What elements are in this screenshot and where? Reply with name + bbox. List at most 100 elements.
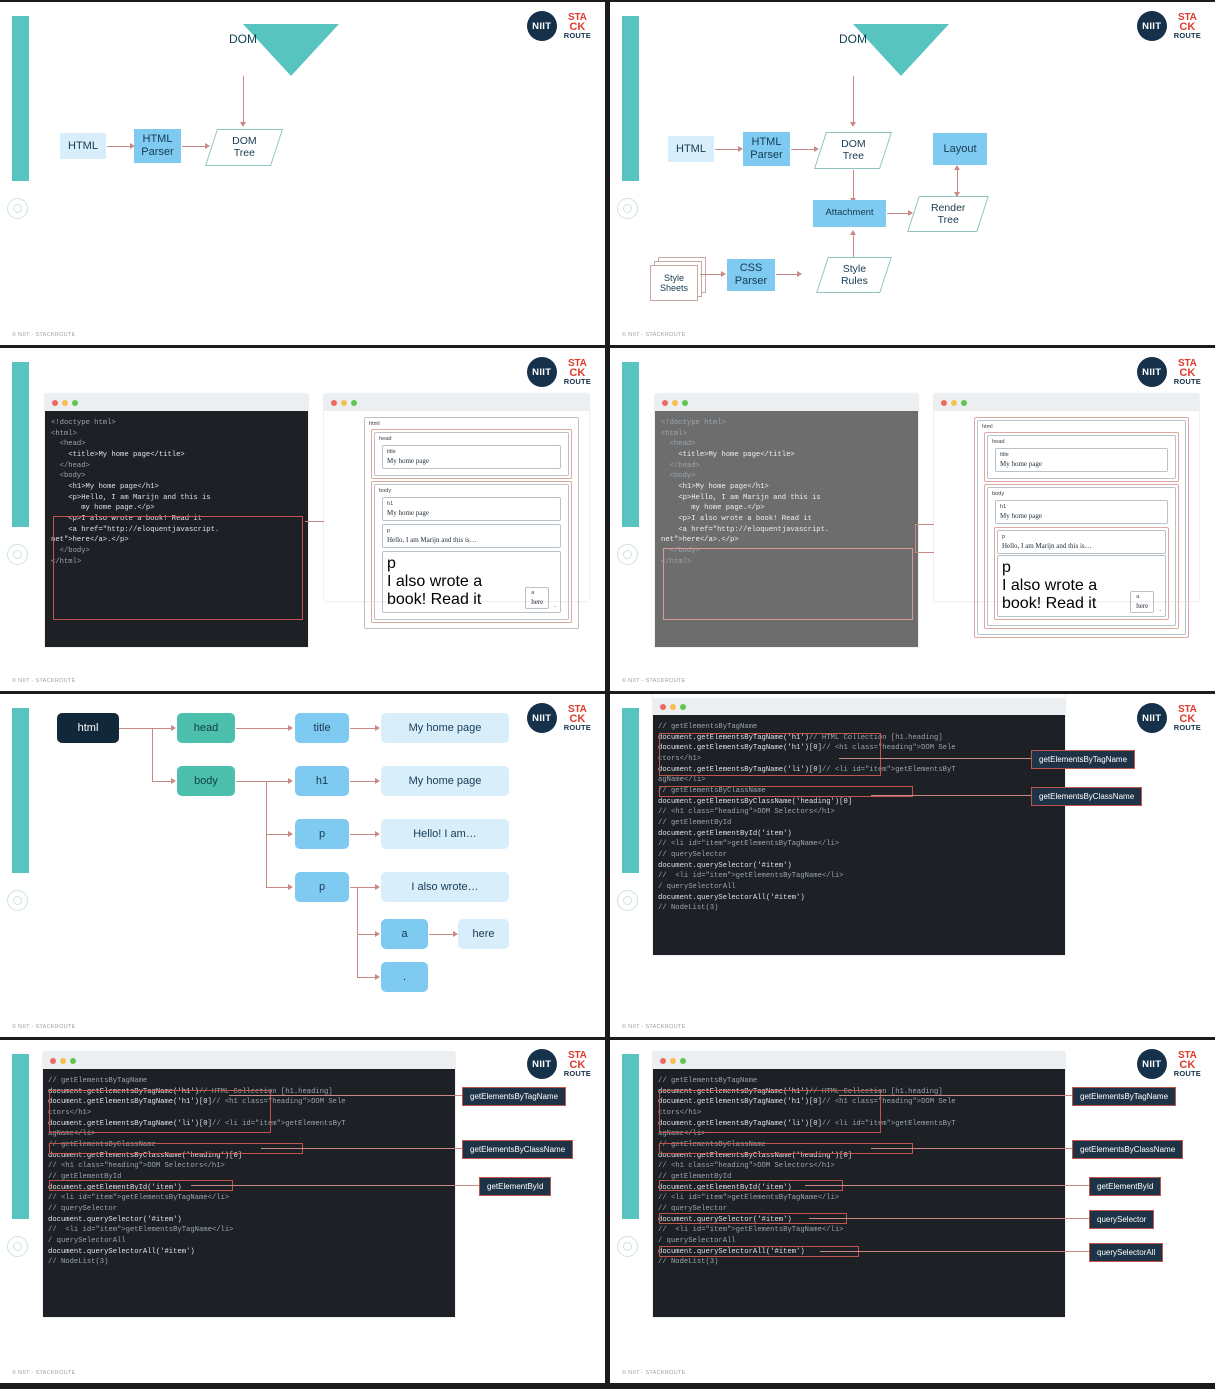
slide-contact-sheet: NIIT STA CK ROUTE DOM HTML HTML Parser DO…	[0, 0, 1215, 1389]
arrow-cssparser-stylerules	[776, 274, 798, 275]
slide-5-dom-tree-graph[interactable]: NIIT STA CK ROUTE html head body title M…	[0, 694, 605, 1037]
code-line: </head>	[661, 461, 700, 470]
code-line: <!doctype html>	[661, 419, 726, 427]
dom-tree-boxes: html head title My home page body h1 My …	[324, 411, 589, 637]
callout-queryselectorall[interactable]: querySelectorAll	[1089, 1243, 1164, 1262]
slide-2-render-pipeline[interactable]: NIIT STA CK ROUTE DOM HTML HTML Parser DO…	[610, 2, 1215, 345]
callout-getelementsbytagname[interactable]: getElementsByTagName	[462, 1087, 567, 1106]
close-icon[interactable]	[50, 1057, 56, 1064]
close-icon[interactable]	[941, 399, 947, 406]
dom-node-head: head title My home page	[987, 435, 1176, 479]
leader-classname	[871, 1148, 1074, 1149]
dom-node-title: title My home page	[995, 448, 1168, 472]
code-line: <!doctype html>	[51, 419, 116, 427]
code-window-html[interactable]: <!doctype html> <html> <head> <title>My …	[45, 394, 308, 647]
minimize-icon[interactable]	[951, 399, 957, 406]
edge-p1-text	[350, 834, 377, 835]
code-line: <p>I also wrote a book! Read it	[661, 514, 812, 523]
window-titlebar[interactable]	[45, 394, 308, 411]
callout-getelementbyid[interactable]: getElementById	[479, 1177, 552, 1196]
arrowhead-right	[288, 831, 293, 837]
minimize-icon[interactable]	[60, 1057, 66, 1064]
arrow-funnel-domtree	[243, 76, 244, 124]
code-line: net">here</a>.</p>	[661, 536, 739, 545]
close-icon[interactable]	[331, 399, 337, 406]
edge-h1-text	[350, 781, 377, 782]
callout-getelementsbytagname[interactable]: getElementsByTagName	[1031, 750, 1136, 769]
callout-getelementsbyclassname[interactable]: getElementsByClassName	[1072, 1140, 1184, 1159]
maximize-icon[interactable]	[680, 1057, 686, 1064]
stackroute-wordmark: STA CK ROUTE	[1173, 1049, 1201, 1078]
slide-4-paragraphs-highlighted[interactable]: NIIT STA CK ROUTE <!doctype html> <html>…	[610, 348, 1215, 691]
code-line: <head>	[661, 440, 696, 449]
code-line: // <li id="item">getElementsByTagName</l…	[48, 1194, 230, 1203]
flowchart-pipeline: DOM HTML HTML Parser DOM Tree Layout Attac…	[610, 2, 1215, 345]
callout-queryselector[interactable]: querySelector	[1089, 1210, 1155, 1229]
arrowhead-right	[205, 143, 210, 149]
dom-node-p1: p Hello, I am Marijn and this is…	[382, 524, 561, 548]
arrow-html-parser	[715, 149, 739, 150]
slide-8-selectors-five-callouts[interactable]: NIIT STA CK ROUTE // getElementsByTagNam…	[610, 1040, 1215, 1383]
tree-text-p2: I also wrote…	[381, 872, 509, 902]
slide-1-dom-basic[interactable]: NIIT STA CK ROUTE DOM HTML HTML Parser DO…	[0, 2, 605, 345]
tree-text-title: My home page	[381, 713, 509, 743]
window-titlebar[interactable]	[653, 1052, 1065, 1069]
edge-body-h1	[236, 781, 290, 782]
brand-logo: NIIT STA CK ROUTE	[1136, 1049, 1201, 1079]
dom-tree-graph: html head body title My home page h1 My …	[0, 694, 605, 1037]
arrowhead-right	[375, 778, 380, 784]
window-titlebar[interactable]	[43, 1052, 455, 1069]
minimize-icon[interactable]	[341, 399, 347, 406]
callout-getelementsbyclassname[interactable]: getElementsByClassName	[1031, 787, 1143, 806]
maximize-icon[interactable]	[72, 399, 78, 406]
slide-3-html-and-dom[interactable]: NIIT STA CK ROUTE <!doctype html> <html>…	[0, 348, 605, 691]
stackroute-wordmark: STA CK ROUTE	[563, 357, 591, 386]
edge-p2-text	[350, 887, 377, 888]
code-window-selectors[interactable]: // getElementsByTagName document.getElem…	[653, 694, 1065, 955]
minimize-icon[interactable]	[670, 703, 676, 710]
accent-rail	[12, 1054, 29, 1219]
callout-getelementbyid[interactable]: getElementById	[1089, 1177, 1162, 1196]
footer-copyright: © NIIT - STACKROUTE	[622, 1370, 686, 1376]
window-titlebar[interactable]	[324, 394, 589, 411]
leader-tagname	[839, 1095, 1074, 1096]
code-line: document.querySelectorAll('#item')	[48, 1247, 195, 1256]
close-icon[interactable]	[662, 399, 668, 406]
footer-copyright: © NIIT - STACKROUTE	[12, 332, 76, 338]
minimize-icon[interactable]	[670, 1057, 676, 1064]
arrowhead-up	[954, 165, 960, 170]
code-line: // getElementsByTagName	[658, 723, 758, 731]
code-line: // <h1 class="heading">DOM Selectors</h1…	[658, 808, 835, 817]
callout-getelementsbytagname[interactable]: getElementsByTagName	[1072, 1087, 1177, 1106]
maximize-icon[interactable]	[961, 399, 967, 406]
dom-node-p1: p Hello, I am Marijn and this is…	[997, 530, 1166, 554]
maximize-icon[interactable]	[351, 399, 357, 406]
arrowhead-right	[288, 884, 293, 890]
window-titlebar[interactable]	[934, 394, 1199, 411]
code-line: <html>	[51, 429, 77, 438]
dom-node-title: title My home page	[382, 445, 561, 469]
close-icon[interactable]	[660, 1057, 666, 1064]
dom-preview-window[interactable]: html head title My home page body h1 My …	[324, 394, 589, 629]
code-line: / querySelectorAll	[48, 1236, 126, 1245]
window-titlebar[interactable]	[655, 394, 918, 411]
close-icon[interactable]	[660, 703, 666, 710]
code-line: document.querySelectorAll('#item')	[658, 893, 805, 902]
minimize-icon[interactable]	[62, 399, 68, 406]
tree-text-p1: Hello! I am…	[381, 819, 509, 849]
minimize-icon[interactable]	[672, 399, 678, 406]
tree-node-body: body	[177, 766, 235, 796]
close-icon[interactable]	[52, 399, 58, 406]
code-window-html-dim[interactable]: <!doctype html> <html> <head> <title>My …	[655, 394, 918, 647]
dom-preview-window[interactable]: html head title My home page body h1 My …	[934, 394, 1199, 638]
code-line: // <li id="item">getElementsByTagName</l…	[658, 872, 844, 881]
slide-7-selectors-three-callouts[interactable]: NIIT STA CK ROUTE // getElementsByTagNam…	[0, 1040, 605, 1383]
window-titlebar[interactable]	[653, 698, 1065, 715]
maximize-icon[interactable]	[70, 1057, 76, 1064]
callout-getelementsbyclassname[interactable]: getElementsByClassName	[462, 1140, 574, 1159]
connector-code-to-dom	[915, 524, 935, 525]
maximize-icon[interactable]	[680, 703, 686, 710]
dom-tree-boxes: html head title My home page body h1 My …	[934, 411, 1199, 646]
slide-6-selectors-two-callouts[interactable]: NIIT STA CK ROUTE // getElementsByTagNam…	[610, 694, 1215, 1037]
maximize-icon[interactable]	[682, 399, 688, 406]
